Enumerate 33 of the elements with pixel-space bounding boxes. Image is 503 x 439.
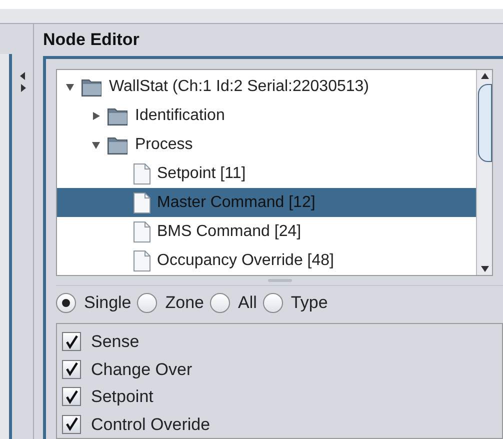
checkmark-icon xyxy=(64,334,78,349)
radio-option[interactable]: Single xyxy=(56,290,132,316)
radio-option[interactable]: Zone xyxy=(137,290,204,316)
tree-item[interactable]: BMS Command [24] xyxy=(57,217,476,246)
tree-item[interactable]: Occupancy Override [48] xyxy=(57,246,476,275)
checkbox-option[interactable]: Change Over xyxy=(62,356,192,383)
collapse-arrow-icon[interactable] xyxy=(91,140,101,150)
tree-item[interactable]: Setpoint [11] xyxy=(57,159,476,188)
vertical-scrollbar[interactable] xyxy=(476,70,492,275)
folder-icon xyxy=(81,76,103,96)
folder-icon xyxy=(107,134,129,154)
panel-title: Node Editor xyxy=(43,29,140,52)
expand-right-icon[interactable] xyxy=(20,84,26,92)
radio-option[interactable]: All xyxy=(210,290,257,316)
collapse-arrow-icon[interactable] xyxy=(65,82,75,92)
expand-arrow-icon[interactable] xyxy=(91,110,101,120)
folder-icon xyxy=(107,106,129,126)
checkbox-option[interactable]: Setpoint xyxy=(62,383,154,410)
document-icon xyxy=(133,162,151,184)
tree-item[interactable]: WallStat (Ch:1 Id:2 Serial:22030513) xyxy=(57,72,476,101)
checkmark-icon xyxy=(64,362,78,376)
tree-item[interactable]: Identification xyxy=(57,101,476,130)
document-icon xyxy=(133,192,151,214)
scrollbar-thumb[interactable] xyxy=(478,84,492,162)
checkbox-option[interactable]: Control Overide xyxy=(62,410,210,438)
radio-option[interactable]: Type xyxy=(262,290,328,316)
checkmark-icon xyxy=(64,417,78,432)
collapse-left-icon[interactable] xyxy=(20,72,26,80)
checkbox-option[interactable]: Sense xyxy=(62,328,140,356)
document-icon xyxy=(133,220,151,242)
tree-item[interactable]: Process xyxy=(57,130,476,159)
checkmark-icon xyxy=(64,390,78,404)
document-icon xyxy=(133,250,151,272)
